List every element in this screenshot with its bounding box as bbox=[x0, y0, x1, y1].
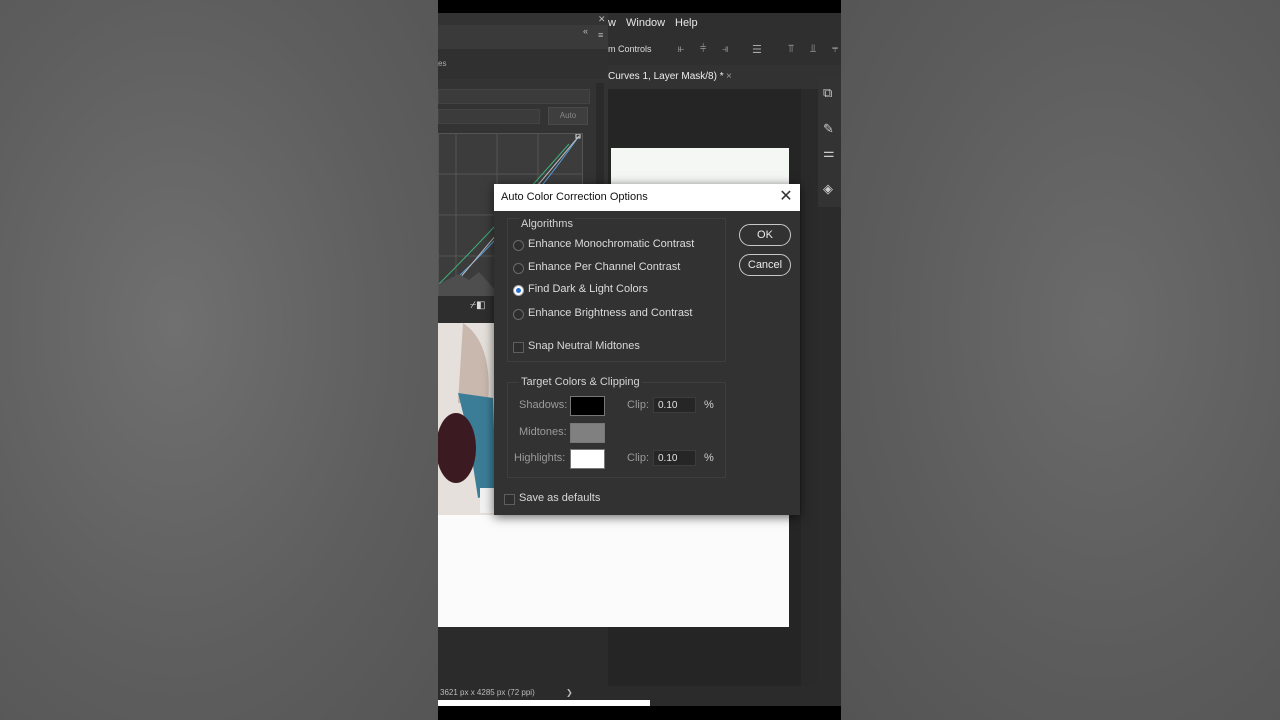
midtones-color-swatch[interactable] bbox=[570, 423, 605, 443]
radio-label: Enhance Monochromatic Contrast bbox=[528, 238, 695, 250]
layers-icon[interactable]: ◈ bbox=[823, 181, 833, 197]
menu-item-partial[interactable]: w bbox=[608, 17, 616, 29]
align-top-icon[interactable]: ⫪ bbox=[788, 43, 794, 56]
close-panel-icon[interactable]: ✕ bbox=[598, 14, 606, 25]
radio-icon bbox=[513, 240, 524, 251]
save-as-defaults-checkbox[interactable] bbox=[504, 494, 515, 505]
auto-color-correction-dialog: Auto Color Correction Options ✕ Algorith… bbox=[494, 184, 800, 515]
radio-label: Enhance Brightness and Contrast bbox=[528, 307, 693, 319]
status-menu-arrow-icon[interactable]: ❯ bbox=[566, 688, 573, 697]
document-tab-close-icon[interactable]: × bbox=[726, 71, 732, 82]
menu-bar: w Window Help bbox=[608, 13, 841, 35]
options-bar: m Controls ⫦ ⫩ ⫣ ☰ ⫪ ⫫ ⫧ bbox=[608, 35, 841, 65]
bottom-letterbox bbox=[438, 706, 841, 720]
shadows-color-swatch[interactable] bbox=[570, 396, 605, 416]
cancel-button[interactable]: Cancel bbox=[739, 254, 791, 276]
highlights-color-swatch[interactable] bbox=[570, 449, 605, 469]
shadows-label: Shadows: bbox=[519, 399, 568, 411]
algorithms-title: Algorithms bbox=[519, 218, 575, 230]
align-middle-icon[interactable]: ⫫ bbox=[810, 43, 816, 56]
dialog-title-bar: Auto Color Correction Options ✕ bbox=[494, 184, 800, 211]
radio-icon bbox=[513, 309, 524, 320]
blurred-background-right bbox=[841, 0, 1280, 720]
properties-tab-label: es bbox=[438, 59, 447, 68]
align-left-icon[interactable]: ⫦ bbox=[678, 43, 684, 56]
snap-neutral-midtones-label: Snap Neutral Midtones bbox=[528, 340, 640, 352]
menu-item-window[interactable]: Window bbox=[626, 17, 665, 29]
align-bottom-icon[interactable]: ⫧ bbox=[832, 43, 838, 56]
top-letterbox bbox=[438, 0, 841, 13]
save-as-defaults-label: Save as defaults bbox=[519, 492, 601, 504]
distribute-icon[interactable]: ☰ bbox=[752, 43, 762, 56]
dialog-title: Auto Color Correction Options bbox=[501, 191, 648, 203]
snap-neutral-midtones-checkbox[interactable] bbox=[513, 342, 524, 353]
auto-button[interactable]: Auto bbox=[548, 107, 588, 125]
clip-to-layer-icon[interactable]: ⌿◧ bbox=[470, 300, 485, 311]
close-icon[interactable]: ✕ bbox=[778, 188, 794, 206]
brush-icon[interactable]: ✎ bbox=[823, 121, 834, 137]
align-center-icon[interactable]: ⫩ bbox=[700, 43, 706, 56]
radio-selected-icon bbox=[513, 285, 524, 296]
canvas-scrollbar[interactable] bbox=[801, 89, 818, 686]
right-panel-strip: ⧉ ✎ ⚌ ◈ bbox=[818, 77, 841, 207]
ok-button[interactable]: OK bbox=[739, 224, 791, 246]
midtones-label: Midtones: bbox=[519, 426, 567, 438]
menu-item-help[interactable]: Help bbox=[675, 17, 698, 29]
radio-label: Find Dark & Light Colors bbox=[528, 283, 648, 295]
preset-dropdown[interactable] bbox=[438, 89, 590, 104]
align-right-icon[interactable]: ⫣ bbox=[722, 43, 729, 56]
radio-icon bbox=[513, 263, 524, 274]
blurred-background-left bbox=[0, 0, 438, 720]
shadows-clip-label: Clip: bbox=[627, 399, 650, 411]
document-info: 3621 px x 4285 px (72 ppi) bbox=[440, 688, 535, 697]
panel-menu-icon[interactable]: ≡ bbox=[598, 30, 603, 40]
highlights-clip-input[interactable]: 0.10 bbox=[653, 450, 696, 466]
document-tab[interactable]: Curves 1, Layer Mask/8) * × bbox=[608, 65, 841, 89]
shadows-percent: % bbox=[704, 399, 714, 411]
transform-controls-label[interactable]: m Controls bbox=[608, 44, 652, 54]
properties-tab[interactable]: es bbox=[438, 49, 608, 79]
highlights-label: Highlights: bbox=[514, 452, 566, 464]
collapse-panel-icon[interactable]: « bbox=[583, 26, 588, 36]
target-colors-title: Target Colors & Clipping bbox=[519, 376, 642, 388]
highlights-percent: % bbox=[704, 452, 714, 464]
radio-label: Enhance Per Channel Contrast bbox=[528, 261, 681, 273]
adjustments-icon[interactable]: ⚌ bbox=[823, 145, 835, 161]
document-tab-title: Curves 1, Layer Mask/8) * bbox=[608, 71, 724, 82]
status-bar: 3621 px x 4285 px (72 ppi) ❯ bbox=[438, 686, 841, 700]
shadows-clip-input[interactable]: 0.10 bbox=[653, 397, 696, 413]
highlights-clip-label: Clip: bbox=[627, 452, 650, 464]
history-icon[interactable]: ⧉ bbox=[823, 85, 832, 101]
channel-dropdown[interactable] bbox=[438, 109, 540, 124]
photo-border-bottom bbox=[438, 515, 789, 627]
photo-border-top bbox=[611, 148, 789, 186]
